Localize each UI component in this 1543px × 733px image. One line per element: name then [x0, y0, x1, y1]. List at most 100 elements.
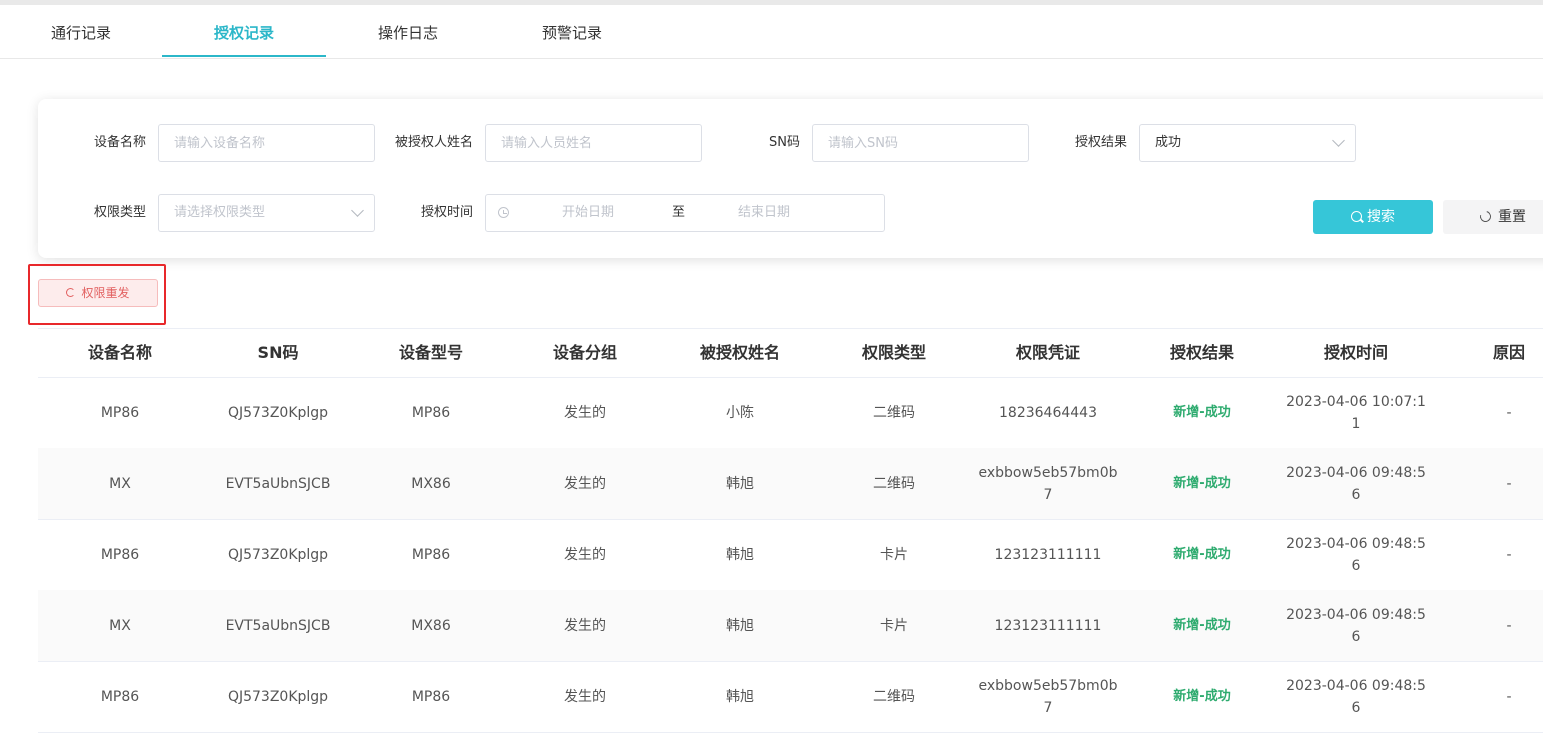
device-name-label: 设备名称 — [93, 135, 146, 150]
perm-type-label: 权限类型 — [93, 205, 146, 220]
perm-type-select[interactable]: 请选择权限类型 — [158, 194, 375, 232]
cell-person-name: 小陈 — [726, 404, 754, 421]
cell-device-name: MX — [109, 475, 131, 492]
tab-auth-records[interactable]: 授权记录 — [162, 5, 326, 58]
cell-device-group: 发生的 — [564, 688, 606, 705]
cell-person-name: 韩旭 — [726, 617, 754, 634]
cell-device-model: MP86 — [411, 404, 451, 421]
col-auth-result: 授权结果 — [1169, 343, 1235, 362]
cell-sn: QJ573Z0Kplgp — [227, 546, 329, 563]
cell-reason: - — [1506, 617, 1512, 634]
cell-auth-time: 2023-04-06 09:48:56 — [1286, 606, 1426, 645]
search-button-label: 搜索 — [1367, 209, 1395, 225]
sn-input[interactable] — [812, 124, 1029, 162]
col-credential: 权限凭证 — [1015, 343, 1081, 362]
auth-time-label: 授权时间 — [420, 205, 473, 220]
date-separator: 至 — [672, 205, 686, 220]
auth-result-value: 成功 — [1155, 135, 1182, 150]
active-tab-indicator — [162, 55, 326, 57]
cell-device-model: MX86 — [411, 617, 451, 634]
tab-bar: 通行记录 授权记录 操作日志 预警记录 — [0, 5, 1543, 59]
search-icon — [1351, 211, 1362, 222]
person-name-label: 被授权人姓名 — [394, 135, 473, 150]
cell-perm-type: 二维码 — [873, 404, 915, 421]
reset-button-label: 重置 — [1498, 209, 1526, 225]
cell-person-name: 韩旭 — [726, 546, 754, 563]
start-date-input[interactable]: 开始日期 — [562, 195, 614, 231]
col-perm-type: 权限类型 — [861, 343, 927, 362]
table-row[interactable]: MP86 QJ573Z0Kplgp MP86 发生的 韩旭 二维码 exbbow… — [38, 661, 1543, 733]
cell-credential: 123123111111 — [994, 546, 1102, 563]
auth-result-label: 授权结果 — [1074, 135, 1127, 150]
auth-time-range[interactable]: 开始日期 至 结束日期 — [485, 194, 885, 232]
resend-button-label: 权限重发 — [81, 286, 130, 300]
perm-type-placeholder: 请选择权限类型 — [174, 205, 266, 220]
col-sn: SN码 — [257, 343, 299, 362]
cell-credential: exbbow5eb57bm0b7 — [978, 677, 1118, 716]
cell-reason: - — [1506, 475, 1512, 492]
cell-auth-time: 2023-04-06 09:48:56 — [1286, 535, 1426, 574]
cell-credential: 18236464443 — [999, 404, 1097, 421]
resend-permission-button[interactable]: 权限重发 — [38, 279, 158, 307]
tab-operation-log[interactable]: 操作日志 — [326, 5, 490, 58]
col-device-group: 设备分组 — [552, 343, 618, 362]
col-auth-time: 授权时间 — [1323, 343, 1389, 362]
cell-auth-time: 2023-04-06 10:07:11 — [1286, 393, 1426, 432]
cell-reason: - — [1506, 404, 1512, 421]
table-header: 设备名称 SN码 设备型号 设备分组 被授权姓名 权限类型 权限凭证 授权结果 … — [38, 328, 1543, 378]
cell-sn: QJ573Z0Kplgp — [227, 404, 329, 421]
cell-sn: EVT5aUbnSJCB — [225, 617, 331, 634]
cell-device-group: 发生的 — [564, 546, 606, 563]
search-button[interactable]: 搜索 — [1313, 200, 1433, 234]
table-row[interactable]: MP86 QJ573Z0Kplgp MP86 发生的 韩旭 卡片 1231231… — [38, 519, 1543, 591]
device-name-input[interactable] — [158, 124, 375, 162]
cell-auth-result: 新增-成功 — [1173, 546, 1231, 562]
table-row[interactable]: MP86 QJ573Z0Kplgp MP86 发生的 小陈 二维码 182364… — [38, 377, 1543, 449]
sync-icon — [66, 288, 76, 297]
cell-reason: - — [1506, 688, 1512, 705]
cell-device-name: MP86 — [100, 404, 140, 421]
chevron-down-icon — [1332, 134, 1345, 147]
cell-perm-type: 二维码 — [873, 688, 915, 705]
cell-perm-type: 卡片 — [880, 546, 908, 563]
cell-person-name: 韩旭 — [726, 475, 754, 492]
person-name-input[interactable] — [485, 124, 702, 162]
table-row[interactable]: MX EVT5aUbnSJCB MX86 发生的 韩旭 卡片 123123111… — [38, 590, 1543, 662]
cell-person-name: 韩旭 — [726, 688, 754, 705]
tab-pass-records[interactable]: 通行记录 — [0, 5, 162, 58]
cell-auth-time: 2023-04-06 09:48:56 — [1286, 677, 1426, 716]
col-device-name: 设备名称 — [87, 343, 153, 362]
col-device-model: 设备型号 — [398, 343, 464, 362]
refresh-icon — [1477, 208, 1494, 225]
cell-device-group: 发生的 — [564, 617, 606, 634]
cell-device-name: MP86 — [100, 546, 140, 563]
cell-auth-time: 2023-04-06 09:48:56 — [1286, 464, 1426, 503]
cell-device-model: MP86 — [411, 688, 451, 705]
cell-reason: - — [1506, 546, 1512, 563]
tab-warning-records[interactable]: 预警记录 — [490, 5, 654, 58]
cell-auth-result: 新增-成功 — [1173, 475, 1231, 491]
cell-device-name: MX — [109, 617, 131, 634]
clock-icon — [498, 207, 509, 218]
cell-device-model: MP86 — [411, 546, 451, 563]
auth-result-select[interactable]: 成功 — [1139, 124, 1356, 162]
col-reason: 原因 — [1492, 343, 1526, 362]
col-person-name: 被授权姓名 — [699, 343, 781, 362]
reset-button[interactable]: 重置 — [1443, 200, 1543, 234]
chevron-down-icon — [351, 204, 364, 217]
cell-auth-result: 新增-成功 — [1173, 688, 1231, 704]
cell-auth-result: 新增-成功 — [1173, 404, 1231, 420]
cell-auth-result: 新增-成功 — [1173, 617, 1231, 633]
sn-label: SN码 — [769, 135, 800, 150]
cell-credential: 123123111111 — [994, 617, 1102, 634]
cell-device-group: 发生的 — [564, 475, 606, 492]
cell-sn: EVT5aUbnSJCB — [225, 475, 331, 492]
cell-perm-type: 卡片 — [880, 617, 908, 634]
end-date-input[interactable]: 结束日期 — [738, 195, 790, 231]
cell-sn: QJ573Z0Kplgp — [227, 688, 329, 705]
cell-device-name: MP86 — [100, 688, 140, 705]
cell-credential: exbbow5eb57bm0b7 — [978, 464, 1118, 503]
filter-panel — [38, 99, 1543, 258]
table-row[interactable]: MX EVT5aUbnSJCB MX86 发生的 韩旭 二维码 exbbow5e… — [38, 448, 1543, 520]
cell-device-group: 发生的 — [564, 404, 606, 421]
